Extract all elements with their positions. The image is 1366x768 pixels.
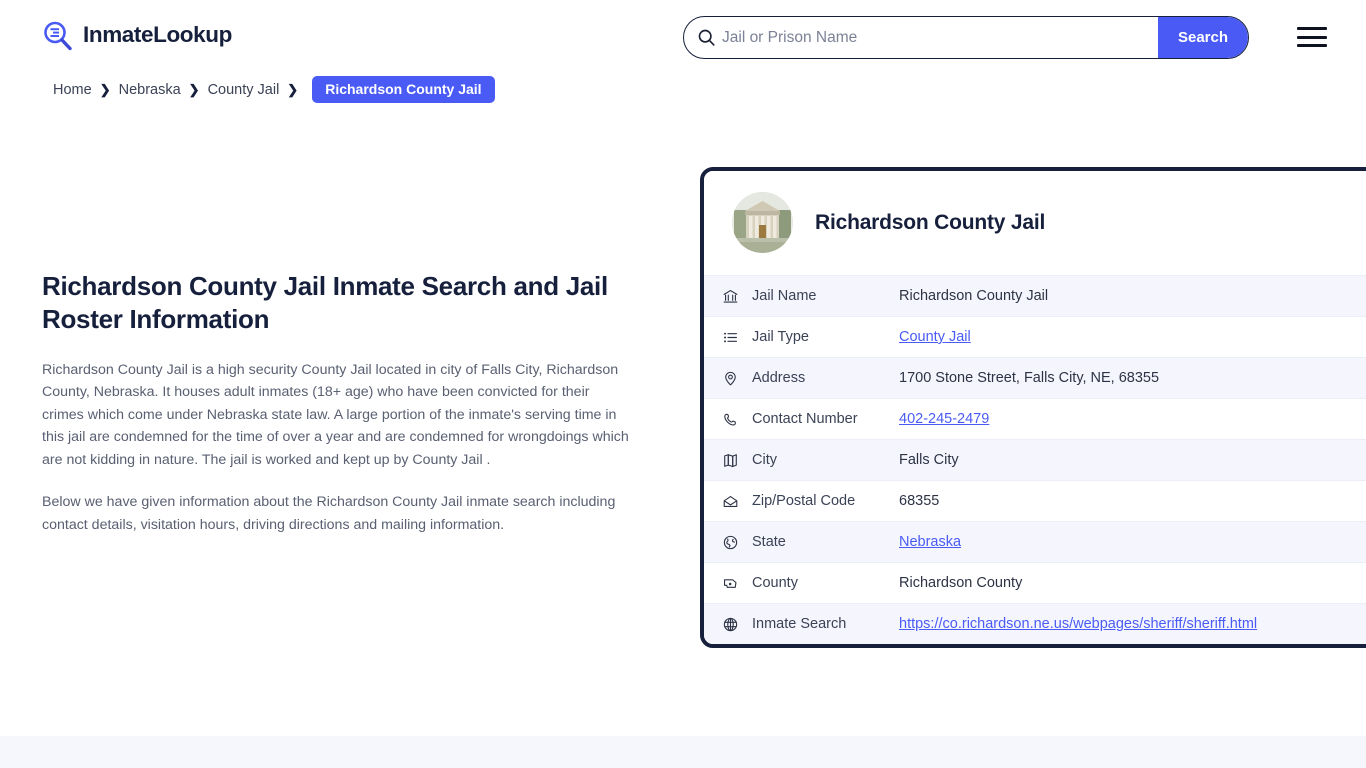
jail-card-title: Richardson County Jail — [815, 210, 1046, 234]
search-icon — [684, 28, 722, 47]
hamburger-bar — [1297, 35, 1327, 39]
row-value: 68355 — [899, 493, 940, 509]
page-title: Richardson County Jail Inmate Search and… — [42, 271, 608, 334]
row-value: 1700 Stone Street, Falls City, NE, 68355 — [899, 370, 1160, 386]
table-row: Jail Name Richardson County Jail — [704, 275, 1366, 316]
table-row: Jail Type County Jail — [704, 316, 1366, 357]
site-logo[interactable]: InmateLookup — [42, 20, 232, 51]
row-value: Richardson County Jail — [899, 288, 1049, 304]
chevron-right-icon: ❯ — [188, 82, 200, 97]
chevron-right-icon: ❯ — [287, 82, 299, 97]
hamburger-bar — [1297, 44, 1327, 47]
contact-number-link[interactable]: 402-245-2479 — [899, 411, 989, 427]
breadcrumb: Home ❯ Nebraska ❯ County Jail ❯ Richards… — [53, 76, 495, 103]
row-value: Falls City — [899, 452, 959, 468]
table-row: Inmate Search https://co.richardson.ne.u… — [704, 603, 1366, 644]
row-label: City — [752, 452, 777, 468]
row-label: Jail Type — [752, 329, 809, 345]
search-bar[interactable]: Search — [683, 16, 1249, 59]
breadcrumb-item-county-jail[interactable]: County Jail — [208, 82, 280, 98]
row-label: Contact Number — [752, 411, 858, 427]
list-icon — [722, 329, 752, 346]
site-header: InmateLookup Search — [0, 0, 1366, 75]
table-row: County Richardson County — [704, 562, 1366, 603]
county-map-icon — [722, 575, 752, 592]
inmate-search-link[interactable]: https://co.richardson.ne.us/webpages/she… — [899, 616, 1257, 632]
table-row: State Nebraska — [704, 521, 1366, 562]
table-row: Address 1700 Stone Street, Falls City, N… — [704, 357, 1366, 398]
page-bottom-band — [0, 736, 1366, 768]
phone-icon — [722, 411, 752, 428]
row-label: State — [752, 534, 786, 550]
search-input[interactable] — [722, 17, 1158, 58]
breadcrumb-current-page: Richardson County Jail — [312, 76, 495, 103]
courthouse-photo — [732, 192, 793, 253]
bank-icon — [722, 288, 752, 305]
hamburger-menu-icon[interactable] — [1297, 24, 1327, 50]
secondary-paragraph: Below we have given information about th… — [42, 494, 616, 533]
breadcrumb-item-home[interactable]: Home — [53, 82, 92, 98]
jail-card-header: Richardson County Jail — [704, 171, 1366, 275]
table-row: City Falls City — [704, 439, 1366, 480]
row-label: Inmate Search — [752, 616, 847, 632]
article-column: Richardson County Jail Inmate Search and… — [42, 270, 634, 556]
jail-type-link[interactable]: County Jail — [899, 329, 971, 345]
hamburger-bar — [1297, 27, 1327, 30]
jail-info-card: Richardson County Jail Jail Name Richard… — [700, 167, 1366, 648]
row-value: Richardson County — [899, 575, 1023, 591]
globe-pin-icon — [722, 534, 752, 551]
map-pin-icon — [722, 370, 752, 387]
table-row: Zip/Postal Code 68355 — [704, 480, 1366, 521]
map-icon — [722, 452, 752, 469]
row-label: Address — [752, 370, 806, 386]
state-link[interactable]: Nebraska — [899, 534, 961, 550]
chevron-right-icon: ❯ — [99, 82, 111, 97]
magnifier-list-icon — [42, 20, 73, 51]
envelope-icon — [722, 493, 752, 510]
search-button[interactable]: Search — [1158, 17, 1248, 58]
intro-paragraph: Richardson County Jail is a high securit… — [42, 362, 629, 468]
breadcrumb-item-nebraska[interactable]: Nebraska — [119, 82, 181, 98]
jail-details-table: Jail Name Richardson County Jail Jail Ty… — [704, 275, 1366, 644]
brand-name: InmateLookup — [83, 22, 232, 48]
web-globe-icon — [722, 616, 752, 633]
row-label: County — [752, 575, 798, 591]
table-row: Contact Number 402-245-2479 — [704, 398, 1366, 439]
row-label: Zip/Postal Code — [752, 493, 856, 509]
row-label: Jail Name — [752, 288, 817, 304]
